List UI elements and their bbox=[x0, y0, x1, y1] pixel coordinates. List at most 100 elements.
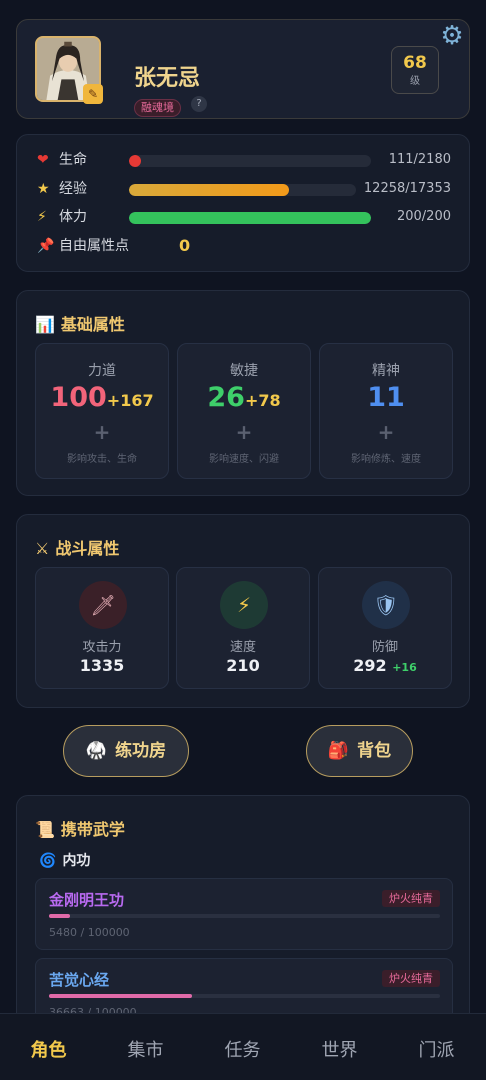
inner-skill-title: 内功 bbox=[62, 853, 91, 869]
lightning-icon: ⚡ bbox=[37, 209, 47, 225]
attribute-base: 26 bbox=[207, 382, 245, 413]
attribute-name: 敏捷 bbox=[230, 363, 258, 379]
base-attributes-heading: 📊 基础属性 bbox=[35, 311, 125, 335]
scroll-icon: 📜 bbox=[35, 820, 55, 839]
combat-defense: 🛡 防御 292 +16 bbox=[318, 567, 452, 689]
combat-name: 攻击力 bbox=[82, 640, 122, 655]
add-point-button[interactable]: + bbox=[320, 420, 452, 444]
nav-quests[interactable]: 任务 bbox=[194, 1036, 291, 1062]
level-badge: 68 级 bbox=[391, 46, 439, 94]
attribute-description: 影响攻击、生命 bbox=[67, 454, 137, 465]
attribute-description: 影响速度、闪避 bbox=[209, 454, 279, 465]
spiral-icon: 🌀 bbox=[39, 853, 57, 869]
training-room-label: 练功房 bbox=[115, 741, 167, 761]
exp-label: 经验 bbox=[59, 181, 87, 197]
attribute-strength: 力道 100+167 + 影响攻击、生命 bbox=[35, 343, 169, 479]
combat-value: 1335 bbox=[36, 656, 168, 675]
add-point-button[interactable]: + bbox=[178, 420, 310, 444]
skill-item[interactable]: 金刚明王功 炉火纯青 5480 / 100000 bbox=[35, 878, 453, 950]
backpack-icon: 🎒 bbox=[327, 741, 350, 761]
backpack-label: 背包 bbox=[357, 741, 392, 761]
exp-value: 12258/17353 bbox=[363, 181, 451, 196]
attribute-value: 26+78 bbox=[178, 382, 310, 413]
realm-badge: 融魂境 bbox=[134, 99, 181, 117]
combat-attributes-title: 战斗属性 bbox=[55, 539, 120, 558]
skill-progress-bar bbox=[49, 914, 440, 918]
add-point-button[interactable]: + bbox=[36, 420, 168, 444]
combat-value: 210 bbox=[177, 656, 309, 675]
martial-arts-icon: 🥋 bbox=[85, 741, 108, 761]
attribute-value: 11 bbox=[320, 382, 452, 413]
stamina-row: ⚡ 体力 200/200 bbox=[17, 207, 469, 227]
skill-progress-fill bbox=[49, 994, 193, 998]
free-points-label: 自由属性点 bbox=[59, 238, 129, 254]
exp-bar-fill bbox=[129, 184, 290, 196]
skill-progress-fill bbox=[49, 914, 71, 918]
combat-name: 防御 bbox=[371, 640, 398, 655]
skill-progress-text: 5480 / 100000 bbox=[49, 926, 130, 939]
stamina-bar bbox=[129, 212, 371, 224]
shield-icon: 🛡 bbox=[362, 581, 410, 629]
crossed-swords-icon: ⚔ bbox=[35, 539, 50, 558]
attribute-value: 100+167 bbox=[36, 382, 168, 413]
base-attributes-title: 基础属性 bbox=[60, 315, 125, 334]
attribute-base: 11 bbox=[367, 382, 405, 413]
martial-arts-title: 携带武学 bbox=[60, 820, 125, 839]
combat-attributes-heading: ⚔ 战斗属性 bbox=[35, 535, 119, 559]
skill-mastery-badge: 炉火纯青 bbox=[382, 890, 440, 907]
attribute-bonus: +78 bbox=[244, 391, 281, 410]
attribute-description: 影响修炼、速度 bbox=[351, 454, 421, 465]
free-points-value: 0 bbox=[179, 236, 191, 255]
combat-bonus: +16 bbox=[392, 661, 417, 674]
nav-world[interactable]: 世界 bbox=[291, 1036, 388, 1062]
combat-value: 292 +16 bbox=[319, 656, 451, 675]
lightning-icon: ⚡ bbox=[220, 581, 268, 629]
base-attributes-card: 📊 基础属性 力道 100+167 + 影响攻击、生命 敏捷 26+78 + 影响… bbox=[16, 290, 470, 496]
nav-sect[interactable]: 门派 bbox=[388, 1036, 485, 1062]
sword-icon: 🗡 bbox=[79, 581, 127, 629]
stamina-value: 200/200 bbox=[396, 209, 451, 224]
help-icon[interactable]: ? bbox=[191, 96, 207, 112]
health-label: 生命 bbox=[59, 152, 87, 168]
health-value: 111/2180 bbox=[388, 152, 451, 167]
martial-arts-heading: 📜 携带武学 bbox=[35, 816, 125, 840]
attribute-agility: 敏捷 26+78 + 影响速度、闪避 bbox=[177, 343, 311, 479]
stamina-bar-fill bbox=[129, 212, 371, 224]
player-name: 张无忌 bbox=[134, 66, 201, 91]
exp-row: ★ 经验 12258/17353 bbox=[17, 179, 469, 199]
level-number: 68 bbox=[403, 53, 427, 73]
edit-avatar-icon[interactable]: ✎ bbox=[83, 84, 103, 104]
backpack-button[interactable]: 🎒 背包 bbox=[306, 725, 413, 777]
stats-card: ❤ 生命 111/2180 ★ 经验 12258/17353 ⚡ 体力 200/… bbox=[16, 134, 470, 272]
gear-icon[interactable]: ⚙ bbox=[438, 22, 466, 50]
free-points-row: 📌 自由属性点 0 bbox=[17, 236, 469, 256]
exp-bar bbox=[129, 184, 356, 196]
skill-progress-bar bbox=[49, 994, 440, 998]
combat-attack: 🗡 攻击力 1335 bbox=[35, 567, 169, 689]
martial-arts-card: 📜 携带武学 🌀 内功 金刚明王功 炉火纯青 5480 / 100000 苦觉心经 … bbox=[16, 795, 470, 1035]
combat-speed: ⚡ 速度 210 bbox=[176, 567, 310, 689]
profile-card: ✎ 张无忌 融魂境 ? 68 级 bbox=[16, 19, 470, 119]
attribute-name: 力道 bbox=[88, 363, 116, 379]
stamina-label: 体力 bbox=[59, 209, 87, 225]
skill-name: 金刚明王功 bbox=[49, 891, 125, 909]
star-icon: ★ bbox=[37, 181, 50, 197]
combat-value-number: 1335 bbox=[79, 656, 125, 675]
combat-value-number: 210 bbox=[226, 656, 260, 675]
skill-name: 苦觉心经 bbox=[49, 971, 110, 989]
heart-icon: ❤ bbox=[37, 152, 49, 168]
combat-attributes-card: ⚔ 战斗属性 🗡 攻击力 1335 ⚡ 速度 210 🛡 防御 292 +16 bbox=[16, 514, 470, 708]
nav-market[interactable]: 集市 bbox=[97, 1036, 194, 1062]
attribute-bonus: +167 bbox=[106, 391, 154, 410]
attribute-name: 精神 bbox=[372, 363, 400, 379]
bottom-nav: 角色 集市 任务 世界 门派 bbox=[0, 1013, 486, 1080]
health-bar-fill bbox=[129, 155, 142, 167]
nav-character[interactable]: 角色 bbox=[0, 1036, 97, 1062]
chart-icon: 📊 bbox=[35, 315, 55, 334]
pin-icon: 📌 bbox=[37, 238, 55, 254]
health-row: ❤ 生命 111/2180 bbox=[17, 150, 469, 170]
health-bar bbox=[129, 155, 371, 167]
inner-skill-heading: 🌀 内功 bbox=[39, 850, 90, 870]
combat-value-number: 292 bbox=[353, 656, 387, 675]
training-room-button[interactable]: 🥋 练功房 bbox=[63, 725, 189, 777]
